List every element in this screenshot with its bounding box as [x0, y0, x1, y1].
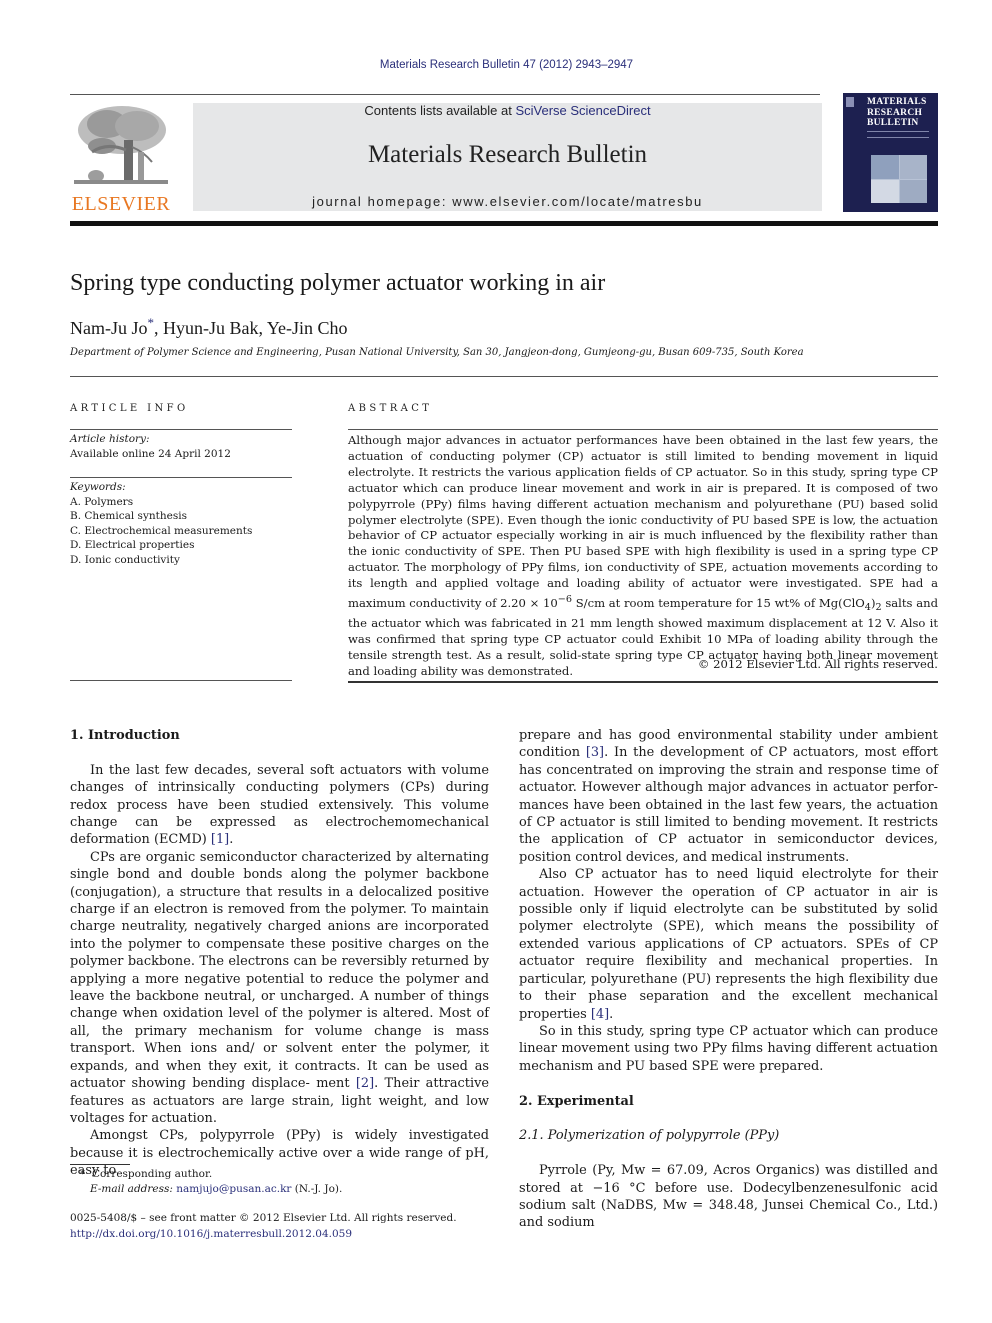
cover-image-tile [871, 179, 899, 203]
cover-subtitle-lines [867, 131, 929, 138]
abstract-divider [348, 429, 938, 430]
paragraph-text: . [609, 1006, 614, 1022]
publisher-mini-logo [846, 97, 854, 107]
cover-image-tile [899, 179, 927, 203]
elsevier-wordmark: ELSEVIER [71, 193, 171, 215]
abstract-text: Although major advances in actuator perf… [348, 433, 938, 680]
abstract-segment: S/cm at room temperature for 15 wt% of M… [572, 595, 865, 610]
keyword-item: B. Chemical synthesis [70, 510, 187, 523]
affiliation-divider [70, 376, 938, 377]
abstract-exponent: −6 [557, 594, 573, 606]
article-info-divider [70, 429, 292, 430]
article-title: Spring type conducting polymer actuator … [70, 270, 606, 296]
reference-link[interactable]: [2] [356, 1076, 374, 1091]
contents-prefix: Contents lists available at [364, 103, 516, 118]
author-name: Nam-Ju Jo [70, 318, 148, 338]
keyword-item: D. Ionic conductivity [70, 553, 180, 566]
reference-link[interactable]: [1] [211, 832, 229, 847]
keyword-item: C. Electrochemical measurements [70, 524, 253, 537]
journal-citation[interactable]: Materials Research Bulletin 47 (2012) 29… [0, 59, 992, 71]
section-heading-introduction: 1. Introduction [70, 728, 180, 743]
article-history-label: Article history: [70, 433, 150, 445]
elsevier-tree-icon [74, 106, 168, 184]
corresponding-author-note: Corresponding author. [91, 1168, 213, 1180]
paragraph-text: CPs are organic semiconductor characteri… [70, 849, 489, 1092]
journal-name: Materials Research Bulletin [367, 141, 648, 168]
author-name: Hyun-Ju Bak [163, 318, 259, 338]
article-info-divider [70, 477, 292, 478]
cover-title-line: BULLETIN [867, 118, 919, 128]
footnote: * Corresponding author. E-mail address: … [80, 1167, 342, 1196]
author-name: Ye-Jin Cho [266, 318, 348, 338]
elsevier-logo[interactable]: ELSEVIER [70, 102, 172, 215]
reference-link[interactable]: [4] [591, 1007, 609, 1022]
sciencedirect-link[interactable]: SciVerse ScienceDirect [515, 103, 650, 118]
reference-link[interactable]: [3] [586, 745, 604, 760]
issn-line: 0025-5408/$ – see front matter © 2012 El… [70, 1212, 457, 1224]
body-column-right: prepare and has good environmental stabi… [519, 727, 938, 1232]
body-paragraph: Also CP actuator has to need liquid elec… [519, 866, 938, 1023]
contents-availability: Contents lists available at SciVerse Sci… [193, 103, 822, 118]
body-paragraph: Pyrrole (Py, Mw = 67.09, Acros Organics)… [519, 1163, 938, 1231]
cover-image-tile [899, 155, 927, 179]
paragraph-text: . [229, 832, 234, 848]
abstract-copyright: © 2012 Elsevier Ltd. All rights reserved… [697, 657, 938, 671]
body-column-left: 1. Introduction In the last few decades,… [70, 727, 489, 1180]
journal-cover-thumbnail[interactable]: MATERIALS RESEARCH BULLETIN [843, 93, 938, 212]
corresponding-author-link[interactable]: * [148, 315, 155, 330]
body-paragraph: prepare and has good environmental stabi… [519, 727, 938, 866]
header-divider [70, 94, 820, 95]
cover-image-tile [871, 155, 899, 179]
email-suffix: (N.-J. Jo). [291, 1182, 343, 1195]
body-paragraph: CPs are organic semiconductor characteri… [70, 849, 489, 1128]
header-thick-divider [70, 221, 938, 226]
paragraph-text: . In the development of CP actuators, mo… [519, 745, 938, 865]
abstract-bottom-divider [348, 681, 938, 683]
keywords-list: A. Polymers B. Chemical synthesis C. Ele… [70, 495, 252, 567]
author-list: Nam-Ju Jo*, Hyun-Ju Bak, Ye-Jin Cho [70, 315, 348, 338]
keywords-label: Keywords: [70, 481, 126, 493]
keyword-item: A. Polymers [70, 496, 134, 508]
body-paragraph: In the last few decades, several soft ac… [70, 762, 489, 849]
email-label: E-mail address: [90, 1182, 177, 1195]
cover-title: MATERIALS RESEARCH BULLETIN [867, 97, 927, 129]
footnote-divider [70, 1164, 130, 1165]
cover-image-grid [871, 155, 927, 203]
footnote-mark: * [80, 1168, 86, 1180]
paragraph-text: In the last few decades, several soft ac… [70, 762, 489, 848]
paragraph-text: Also CP actuator has to need liquid elec… [519, 867, 938, 1022]
body-paragraph: So in this study, spring type CP actuato… [519, 1023, 938, 1074]
doi-link[interactable]: http://dx.doi.org/10.1016/j.materresbull… [70, 1227, 457, 1243]
section-heading-experimental: 2. Experimental [519, 1093, 634, 1109]
cover-title-line: MATERIALS [867, 97, 927, 107]
abstract-heading: ABSTRACT [348, 403, 433, 414]
journal-homepage-link[interactable]: journal homepage: www.elsevier.com/locat… [193, 194, 822, 209]
article-info-heading: ARTICLE INFO [70, 403, 189, 414]
email-link[interactable]: namjujo@pusan.ac.kr [176, 1183, 291, 1195]
author-affiliation: Department of Polymer Science and Engine… [70, 347, 804, 358]
keyword-item: D. Electrical properties [70, 539, 195, 552]
article-history-value: Available online 24 April 2012 [70, 448, 231, 460]
abstract-segment: Although major advances in actuator perf… [348, 433, 938, 610]
article-info-divider [70, 680, 292, 681]
cover-title-line: RESEARCH [867, 107, 923, 118]
subsection-heading: 2.1. Polymerization of polypyrrole (PPy) [519, 1128, 780, 1144]
journal-banner: Contents lists available at SciVerse Sci… [193, 103, 822, 211]
front-matter: 0025-5408/$ – see front matter © 2012 El… [70, 1211, 457, 1242]
